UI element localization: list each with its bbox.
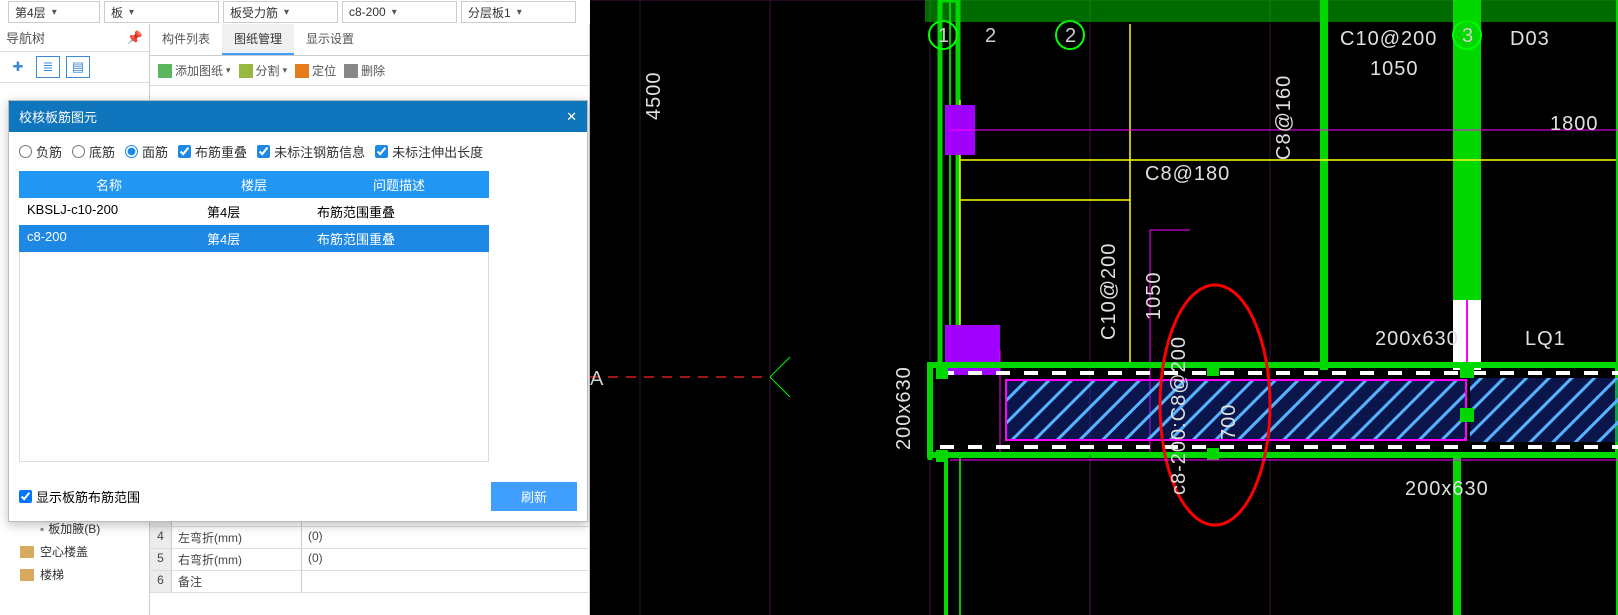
cad-label: 1050 bbox=[1143, 272, 1165, 321]
tab-display[interactable]: 显示设置 bbox=[294, 24, 366, 55]
delete-button[interactable]: 删除 bbox=[344, 62, 385, 79]
nav-tree-title: 导航树 bbox=[6, 28, 45, 47]
dialog-title: 校核板筋图元 bbox=[19, 107, 97, 126]
cad-label: D03 bbox=[1510, 28, 1550, 50]
dialog-options: 负筋 底筋 面筋 布筋重叠 未标注钢筋信息 未标注伸出长度 bbox=[19, 142, 577, 161]
spec-dropdown[interactable]: c8-200▾ bbox=[342, 1, 457, 23]
cad-label: c8-200:C8@200 bbox=[1168, 336, 1190, 495]
table-row[interactable]: KBSLJ-c10-200 第4层 布筋范围重叠 bbox=[19, 198, 489, 225]
cad-label: 700 bbox=[1218, 404, 1240, 440]
svg-text:2: 2 bbox=[985, 25, 996, 47]
pin-icon[interactable]: 📌 bbox=[127, 30, 143, 46]
bubble-3: 3 bbox=[1462, 25, 1473, 47]
cad-label: 1050 bbox=[1370, 58, 1419, 80]
header-name: 名称 bbox=[19, 171, 199, 198]
verify-rebar-dialog: 校核板筋图元 ✕ 负筋 底筋 面筋 布筋重叠 未标注钢筋信息 未标注伸出长度 名… bbox=[8, 100, 588, 522]
cad-label: 200x630 bbox=[1405, 478, 1489, 500]
floor-dropdown[interactable]: 第4层▾ bbox=[8, 1, 100, 23]
cad-label: 4500 bbox=[643, 72, 665, 121]
locate-button[interactable]: 定位 bbox=[295, 62, 336, 79]
prop-row[interactable]: 5右弯折(mm)(0) bbox=[150, 549, 590, 571]
check-no-rebar[interactable]: 未标注钢筋信息 bbox=[257, 142, 365, 161]
cad-label: C8@180 bbox=[1145, 163, 1230, 185]
split-button[interactable]: 分割▾ bbox=[239, 62, 288, 79]
prop-row[interactable]: 4左弯折(mm)(0) bbox=[150, 527, 590, 549]
prop-row[interactable]: 6备注 bbox=[150, 571, 590, 593]
tab-bar: 构件列表 图纸管理 显示设置 bbox=[150, 24, 589, 56]
radio-neg[interactable]: 负筋 bbox=[19, 142, 62, 161]
close-icon[interactable]: ✕ bbox=[566, 109, 577, 125]
cad-label: C10@200 bbox=[1340, 28, 1437, 50]
add-node-button[interactable]: ✚ bbox=[6, 56, 30, 78]
component-dropdown[interactable]: 板▾ bbox=[104, 1, 219, 23]
cad-label: 1800 bbox=[1550, 113, 1599, 135]
list-view-button[interactable]: ≣ bbox=[36, 56, 60, 78]
tab-drawings[interactable]: 图纸管理 bbox=[222, 24, 294, 55]
radio-face[interactable]: 面筋 bbox=[125, 142, 168, 161]
tree-item[interactable]: 楼梯 bbox=[0, 563, 149, 586]
cad-canvas[interactable]: 1 2 3 A 2 4500 C10@200 1050 D03 1800 C8@… bbox=[590, 0, 1618, 615]
refresh-button[interactable]: 刷新 bbox=[491, 482, 577, 511]
check-no-ext[interactable]: 未标注伸出长度 bbox=[375, 142, 483, 161]
header-floor: 楼层 bbox=[199, 171, 309, 198]
table-row[interactable]: c8-200 第4层 布筋范围重叠 bbox=[19, 225, 489, 252]
add-drawing-button[interactable]: 添加图纸▾ bbox=[158, 62, 231, 79]
cad-label: 200x630 bbox=[1375, 328, 1459, 350]
check-overlap[interactable]: 布筋重叠 bbox=[178, 142, 247, 161]
show-rebar-range-check[interactable]: 显示板筋布筋范围 bbox=[19, 487, 140, 506]
layer-dropdown[interactable]: 分层板1▾ bbox=[461, 1, 576, 23]
cad-label: C10@200 bbox=[1098, 243, 1120, 340]
sub-dropdown[interactable]: 板受力筋▾ bbox=[223, 1, 338, 23]
cad-label: LQ1 bbox=[1525, 328, 1566, 350]
radio-bottom[interactable]: 底筋 bbox=[72, 142, 115, 161]
issue-table: 名称 楼层 问题描述 KBSLJ-c10-200 第4层 布筋范围重叠 c8-2… bbox=[19, 171, 489, 462]
tab-components[interactable]: 构件列表 bbox=[150, 24, 222, 55]
bubble-1: 1 bbox=[938, 25, 949, 47]
top-dropdown-bar: 第4层▾ 板▾ 板受力筋▾ c8-200▾ 分层板1▾ bbox=[0, 0, 576, 24]
thumb-view-button[interactable]: ▤ bbox=[66, 56, 90, 78]
bubble-A: A bbox=[590, 368, 604, 390]
tree-item[interactable]: 空心楼盖 bbox=[0, 540, 149, 563]
drawing-toolbar: 添加图纸▾ 分割▾ 定位 删除 bbox=[150, 56, 589, 86]
header-issue: 问题描述 bbox=[309, 171, 489, 198]
cad-label: C8@160 bbox=[1273, 75, 1295, 160]
cad-label: 200x630 bbox=[893, 366, 915, 450]
bubble-2: 2 bbox=[1065, 25, 1076, 47]
